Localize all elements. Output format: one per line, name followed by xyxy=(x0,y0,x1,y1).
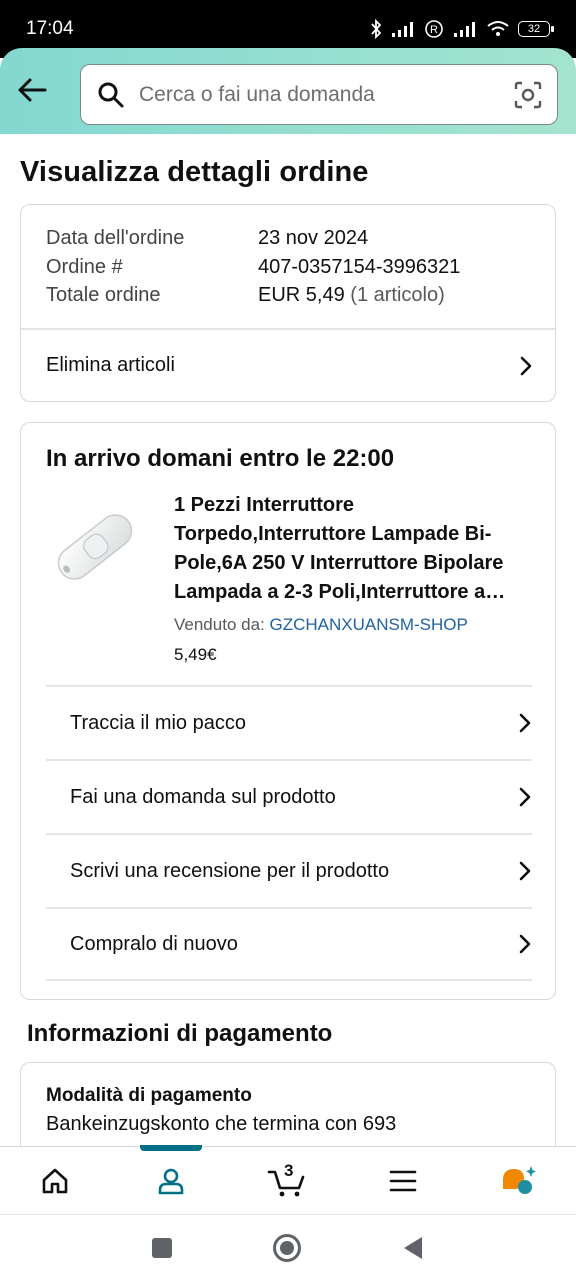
seller-info: Venduto da: GZCHANXUANSM-SHOP xyxy=(174,615,468,635)
order-total-amount: EUR 5,49 xyxy=(258,284,345,306)
product-image[interactable] xyxy=(45,497,145,597)
payment-method-label: Modalità di pagamento xyxy=(46,1085,252,1106)
nav-menu[interactable] xyxy=(373,1147,433,1215)
home-icon xyxy=(42,1168,68,1194)
status-time: 17:04 xyxy=(26,18,74,39)
product-title[interactable]: 1 Pezzi Interruttore Torpedo,Interruttor… xyxy=(174,491,534,607)
chevron-right-icon xyxy=(519,713,531,733)
product-price: 5,49€ xyxy=(174,645,217,664)
camera-scan-icon[interactable] xyxy=(513,80,543,110)
chevron-right-icon xyxy=(519,787,531,807)
search-input[interactable]: Cerca o fai una domanda xyxy=(80,64,558,125)
nav-cart[interactable]: 3 xyxy=(257,1147,317,1215)
wifi-icon xyxy=(487,21,509,36)
system-navigation-bar xyxy=(0,1214,576,1280)
order-date-value: 23 nov 2024 xyxy=(258,227,369,249)
square-icon xyxy=(152,1238,172,1258)
rufus-assistant-icon xyxy=(503,1166,536,1194)
order-total-label: Totale ordine xyxy=(46,284,161,306)
hamburger-menu-icon xyxy=(389,1170,417,1192)
ask-question-link[interactable]: Fai una domanda sul prodotto xyxy=(46,759,532,833)
order-date-label: Data dell'ordine xyxy=(46,227,185,249)
nav-account[interactable] xyxy=(141,1147,201,1215)
nav-home[interactable] xyxy=(25,1147,85,1215)
recent-apps-button[interactable] xyxy=(147,1233,177,1263)
chevron-right-icon xyxy=(520,356,532,375)
action-label: Compralo di nuovo xyxy=(70,932,238,955)
order-total-value: EUR 5,49 (1 articolo) xyxy=(258,284,445,307)
chevron-right-icon xyxy=(519,934,531,954)
order-total-items: (1 articolo) xyxy=(350,284,445,306)
order-details-content[interactable]: Visualizza dettagli ordine Data dell'ord… xyxy=(0,134,576,1146)
home-system-button[interactable] xyxy=(272,1233,302,1263)
nav-rufus[interactable] xyxy=(489,1147,549,1215)
delete-items-label: Elimina articoli xyxy=(46,354,175,376)
seller-link[interactable]: GZCHANXUANSM-SHOP xyxy=(270,615,468,634)
action-label: Fai una domanda sul prodotto xyxy=(70,785,336,808)
payment-method-value: Bankeinzugskonto che termina con 693 xyxy=(46,1113,397,1135)
bottom-navigation: 3 xyxy=(0,1145,576,1215)
search-placeholder: Cerca o fai una domanda xyxy=(139,82,375,106)
page-title: Visualizza dettagli ordine xyxy=(20,156,369,188)
payment-card: Modalità di pagamento Bankeinzugskonto c… xyxy=(20,1062,556,1146)
cart-count-badge: 3 xyxy=(284,1161,294,1180)
triangle-back-icon xyxy=(404,1237,422,1259)
buy-again-link[interactable]: Compralo di nuovo xyxy=(46,907,532,981)
order-number-label: Ordine # xyxy=(46,256,123,278)
delivery-status: In arrivo domani entro le 22:00 xyxy=(46,445,395,472)
bluetooth-icon xyxy=(371,19,382,39)
shipment-actions: Traccia il mio pacco Fai una domanda sul… xyxy=(46,685,532,981)
order-summary-card: Data dell'ordine 23 nov 2024 Ordine # 40… xyxy=(20,204,556,402)
back-system-button[interactable] xyxy=(398,1233,428,1263)
battery-icon: 32 xyxy=(518,21,554,37)
action-label: Traccia il mio pacco xyxy=(70,711,246,734)
status-icons: R 32 xyxy=(370,19,554,39)
search-icon xyxy=(98,82,124,107)
payment-section-title: Informazioni di pagamento xyxy=(27,1020,333,1047)
write-review-link[interactable]: Scrivi una recensione per il prodotto xyxy=(46,833,532,907)
back-button[interactable] xyxy=(14,72,50,108)
track-package-link[interactable]: Traccia il mio pacco xyxy=(46,685,532,759)
shipment-card: In arrivo domani entro le 22:00 1 Pezzi … xyxy=(20,422,556,1000)
action-label: Scrivi una recensione per il prodotto xyxy=(70,859,390,882)
signal-icon xyxy=(392,22,413,37)
seller-label: Venduto da: xyxy=(174,615,265,634)
person-icon xyxy=(158,1168,184,1195)
svg-text:R: R xyxy=(430,24,438,36)
delete-items-link[interactable]: Elimina articoli xyxy=(21,330,555,401)
app-header: Cerca o fai una domanda xyxy=(0,48,576,134)
signal-icon-2 xyxy=(454,22,475,37)
arrow-left-icon xyxy=(18,78,47,102)
order-number-value: 407-0357154-3996321 xyxy=(258,256,461,278)
circle-icon xyxy=(273,1234,301,1262)
roaming-icon: R xyxy=(425,20,443,38)
chevron-right-icon xyxy=(519,861,531,881)
